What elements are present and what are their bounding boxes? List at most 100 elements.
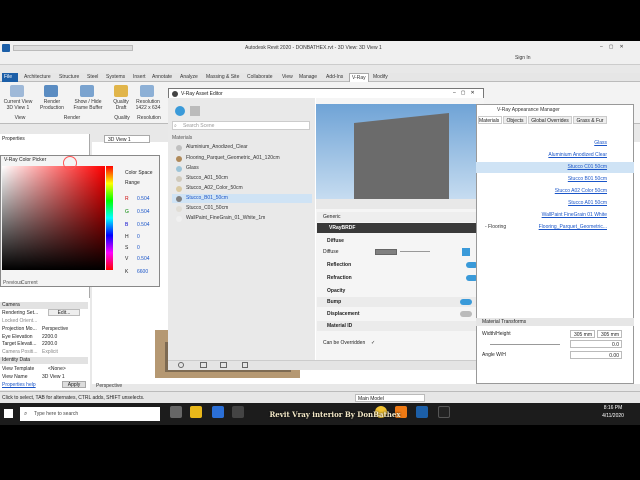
diffuse-slider[interactable] bbox=[400, 251, 430, 252]
tab-view[interactable]: View bbox=[280, 73, 295, 82]
opacity-section[interactable]: Opacity bbox=[317, 286, 483, 296]
tab-grass-fur[interactable]: Grass & Fur bbox=[573, 116, 607, 124]
resolution-dropdown[interactable]: Resolution 1422 x 634 bbox=[134, 99, 162, 111]
g-value[interactable]: 0.504 bbox=[137, 209, 150, 215]
material-item[interactable]: Stucco_C01_50cm bbox=[172, 204, 312, 213]
quality-dropdown[interactable]: Quality Draft bbox=[108, 99, 134, 111]
tab-annotate[interactable]: Annotate bbox=[150, 73, 174, 82]
tab-collaborate[interactable]: Collaborate bbox=[245, 73, 275, 82]
reflection-section[interactable]: Reflection bbox=[317, 260, 483, 270]
b-value[interactable]: 0.504 bbox=[137, 222, 150, 228]
material-item[interactable]: Aluminium_Anodized_Clear bbox=[172, 143, 312, 152]
tab-modify[interactable]: Modify bbox=[371, 73, 390, 82]
quick-access-toolbar[interactable] bbox=[13, 45, 133, 51]
width-input[interactable]: 305 mm bbox=[570, 330, 595, 338]
diffuse-color-swatch[interactable] bbox=[375, 249, 397, 255]
tab-file[interactable]: File bbox=[2, 73, 18, 82]
k-value[interactable]: 6600 bbox=[137, 269, 148, 275]
tab-v-ray[interactable]: V-Ray bbox=[349, 73, 369, 82]
task-view-icon[interactable] bbox=[170, 406, 182, 418]
material-item[interactable]: Glass bbox=[172, 164, 312, 173]
r-value[interactable]: 0.504 bbox=[137, 196, 150, 202]
delete-icon[interactable] bbox=[242, 362, 248, 368]
rendering-settings-edit-button[interactable]: Edit... bbox=[48, 309, 80, 316]
view-name-value[interactable]: 3D View 1 bbox=[42, 374, 65, 380]
material-item[interactable]: WallPaint_FineGrain_01_White_1m bbox=[172, 214, 312, 223]
height-input[interactable]: 305 mm bbox=[597, 330, 622, 338]
save-icon[interactable] bbox=[220, 362, 227, 368]
rotation-input[interactable]: 0.00 bbox=[570, 351, 622, 359]
tab-architecture[interactable]: Architecture bbox=[22, 73, 53, 82]
picker-cursor[interactable] bbox=[63, 156, 77, 170]
material-item[interactable]: Stucco_A01_50cm bbox=[172, 174, 312, 183]
tab-objects[interactable]: Objects bbox=[503, 116, 527, 124]
diffuse-section[interactable]: Diffuse bbox=[317, 236, 483, 246]
saturation-value-field[interactable] bbox=[2, 166, 105, 270]
frame-buffer-button[interactable]: Show / Hide Frame Buffer bbox=[70, 99, 106, 111]
tab-analyze[interactable]: Analyze bbox=[178, 73, 200, 82]
bump-toggle[interactable] bbox=[460, 299, 472, 305]
tab-steel[interactable]: Steel bbox=[85, 73, 100, 82]
displacement-toggle[interactable] bbox=[460, 311, 472, 317]
properties-help-link[interactable]: Properties help bbox=[2, 382, 36, 388]
windows-start-icon[interactable] bbox=[4, 409, 13, 418]
s-value[interactable]: 0 bbox=[137, 245, 140, 251]
material-item[interactable]: Stucco_A02_Color_50cm bbox=[172, 184, 312, 193]
material-type-icon[interactable] bbox=[190, 106, 200, 116]
view-template-button[interactable]: <None> bbox=[48, 366, 66, 372]
appearance-row[interactable]: Stucco A01 50cm bbox=[476, 198, 634, 209]
tab-manage[interactable]: Manage bbox=[297, 73, 319, 82]
tab-insert[interactable]: Insert bbox=[131, 73, 148, 82]
tab-add-ins[interactable]: Add-Ins bbox=[324, 73, 345, 82]
taskbar-search-input[interactable]: Type here to search bbox=[20, 407, 160, 421]
revit-taskbar-icon[interactable] bbox=[416, 406, 428, 418]
view-tab-3d[interactable]: 3D View 1 bbox=[104, 135, 150, 143]
vray-logo-icon bbox=[172, 91, 178, 97]
appearance-row[interactable]: WallPaint FineGrain 01 White bbox=[476, 210, 634, 221]
prop-value[interactable]: 2200.0 bbox=[42, 341, 57, 347]
tab-global-overrides[interactable]: Global Overrides bbox=[528, 116, 572, 124]
vraybrdf-header[interactable]: VRayBRDF bbox=[317, 223, 483, 233]
tab-structure[interactable]: Structure bbox=[57, 73, 81, 82]
file-explorer-icon[interactable] bbox=[190, 406, 202, 418]
offset-slider[interactable] bbox=[490, 344, 560, 345]
folder-icon[interactable] bbox=[200, 362, 207, 368]
active-model-dropdown[interactable]: Main Model bbox=[355, 394, 425, 402]
search-scene-input[interactable]: Search Scene bbox=[172, 121, 310, 130]
bump-section[interactable]: Bump bbox=[317, 297, 483, 307]
store-icon[interactable] bbox=[232, 406, 244, 418]
appearance-row-selected[interactable]: Stucco C01 50cm bbox=[476, 162, 634, 173]
app-icon[interactable] bbox=[438, 406, 450, 418]
apply-button[interactable]: Apply bbox=[62, 381, 86, 388]
add-icon[interactable] bbox=[178, 362, 184, 368]
appearance-row[interactable]: Glass bbox=[476, 138, 634, 149]
prop-value[interactable]: Perspective bbox=[42, 326, 68, 332]
diffuse-texture-icon[interactable] bbox=[462, 248, 470, 256]
appearance-row[interactable]: Stucco B01 50cm bbox=[476, 174, 634, 185]
window-controls[interactable]: –▢✕ bbox=[600, 44, 638, 50]
material-category-icon[interactable] bbox=[175, 106, 185, 116]
material-id-section[interactable]: Material ID bbox=[317, 321, 483, 331]
tab-systems[interactable]: Systems bbox=[104, 73, 127, 82]
material-item[interactable]: Flooring_Parquet_Geometric_A01_120cm bbox=[172, 154, 312, 163]
edge-icon[interactable] bbox=[212, 406, 224, 418]
hue-slider[interactable] bbox=[106, 166, 113, 270]
displacement-section[interactable]: Displacement bbox=[317, 309, 483, 319]
appearance-row[interactable]: Stucco A02 Color 50cm bbox=[476, 186, 634, 197]
render-production-button[interactable]: Render Production bbox=[36, 99, 68, 111]
asset-window-controls[interactable]: –▢✕ bbox=[453, 90, 480, 96]
tab-materials[interactable]: Materials bbox=[478, 116, 502, 124]
current-view-icon bbox=[10, 85, 24, 97]
h-value[interactable]: 0 bbox=[137, 234, 140, 240]
asset-editor-title: V-Ray Asset Editor bbox=[181, 91, 223, 97]
tab-massing-site[interactable]: Massing & Site bbox=[204, 73, 241, 82]
appearance-row[interactable]: Aluminium Anodized Clear bbox=[476, 150, 634, 161]
v-value[interactable]: 0.504 bbox=[137, 256, 150, 262]
offset-input[interactable]: 0.0 bbox=[570, 340, 622, 348]
refraction-section[interactable]: Refraction bbox=[317, 273, 483, 283]
current-view-button[interactable]: Current View 3D View 1 bbox=[2, 99, 34, 111]
can-be-overridden-checkbox[interactable]: ✓ bbox=[371, 338, 375, 348]
prop-value[interactable]: 2200.0 bbox=[42, 334, 57, 340]
sign-in-link[interactable]: Sign In bbox=[515, 55, 531, 61]
material-item-selected[interactable]: Stucco_B01_50cm bbox=[172, 194, 312, 203]
